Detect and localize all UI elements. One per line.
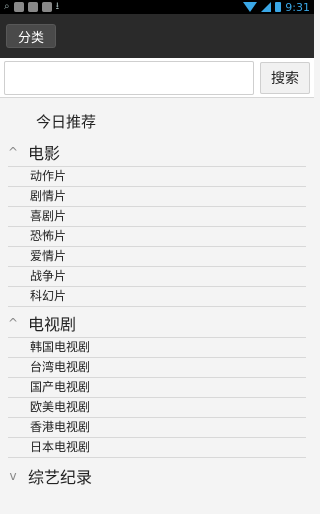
group-title: 电影 — [28, 144, 61, 163]
list-item[interactable]: 香港电视剧 — [8, 418, 306, 438]
download-icon: ⭳ — [55, 1, 60, 12]
tv-list: 韩国电视剧 台湾电视剧 国产电视剧 欧美电视剧 香港电视剧 日本电视剧 — [8, 337, 306, 458]
status-time: 9:31 — [285, 0, 310, 14]
action-bar: 分类 — [0, 14, 314, 58]
chevron-up-icon: ^ — [8, 145, 19, 159]
search-button[interactable]: 搜索 — [260, 61, 310, 94]
image-notification-icon-2 — [27, 2, 38, 12]
today-recommendation[interactable]: 今日推荐 — [8, 108, 306, 136]
signal-icon — [261, 2, 272, 12]
list-item[interactable]: 恐怖片 — [8, 227, 306, 247]
list-item[interactable]: 剧情片 — [8, 187, 306, 207]
wifi-icon — [243, 2, 258, 12]
search-bar: 搜索 — [0, 58, 314, 98]
chevron-down-icon: v — [9, 469, 17, 483]
status-left: ⌕ ⭳ — [4, 2, 59, 12]
list-item[interactable]: 台湾电视剧 — [8, 358, 306, 378]
list-item[interactable]: 动作片 — [8, 167, 306, 187]
image-notification-icon — [13, 2, 24, 12]
list-item[interactable]: 喜剧片 — [8, 207, 306, 227]
group-header-movies[interactable]: ^ 电影 — [8, 138, 306, 166]
app-notification-icon — [41, 2, 52, 12]
group-header-variety-documentary[interactable]: v 综艺纪录 — [8, 462, 306, 490]
group-header-tv[interactable]: ^ 电视剧 — [8, 309, 306, 337]
list-item[interactable]: 日本电视剧 — [8, 438, 306, 458]
list-item[interactable]: 科幻片 — [8, 287, 306, 307]
movie-list: 动作片 剧情片 喜剧片 恐怖片 爱情片 战争片 科幻片 — [8, 166, 306, 307]
content: 今日推荐 ^ 电影 动作片 剧情片 喜剧片 恐怖片 爱情片 战争片 科幻片 ^ … — [0, 98, 314, 490]
search-notification-icon: ⌕ — [4, 1, 10, 12]
status-right: 9:31 — [243, 1, 310, 14]
list-item[interactable]: 韩国电视剧 — [8, 338, 306, 358]
group-title: 电视剧 — [28, 315, 77, 334]
list-item[interactable]: 爱情片 — [8, 247, 306, 267]
battery-icon — [275, 2, 282, 12]
list-item[interactable]: 国产电视剧 — [8, 378, 306, 398]
chevron-up-icon: ^ — [8, 316, 19, 330]
status-bar: ⌕ ⭳ 9:31 — [0, 0, 314, 14]
search-input[interactable] — [4, 60, 254, 95]
list-item[interactable]: 欧美电视剧 — [8, 398, 306, 418]
group-title: 综艺纪录 — [28, 468, 93, 487]
list-item[interactable]: 战争片 — [8, 267, 306, 287]
category-button[interactable]: 分类 — [6, 24, 56, 48]
